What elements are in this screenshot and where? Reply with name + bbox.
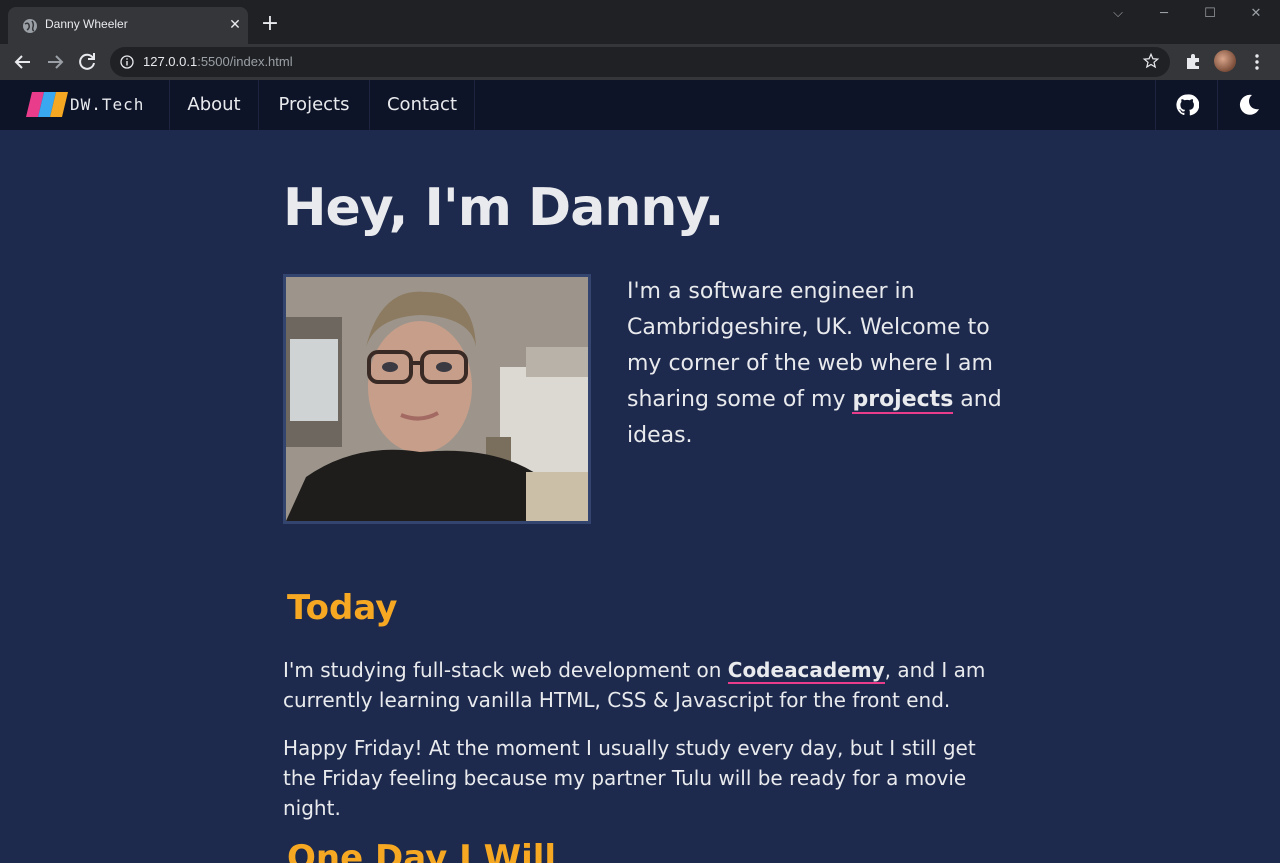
bookmark-star-icon[interactable] bbox=[1142, 52, 1160, 70]
nav-contact[interactable]: Contact bbox=[370, 80, 475, 130]
codeacademy-link[interactable]: Codeacademy bbox=[727, 658, 885, 684]
close-window-icon[interactable]: ✕ bbox=[1244, 6, 1268, 26]
new-tab-button[interactable]: + bbox=[258, 13, 282, 37]
intro-paragraph: I'm a software engineer in Cambridgeshir… bbox=[627, 274, 1007, 454]
reload-icon[interactable] bbox=[75, 50, 99, 74]
logo-stripes-icon bbox=[26, 92, 68, 117]
info-icon[interactable] bbox=[120, 55, 134, 69]
site-nav: DW.Tech About Projects Contact bbox=[0, 80, 1280, 130]
back-arrow-icon[interactable] bbox=[11, 50, 35, 74]
tab-search-icon[interactable]: ⌵ bbox=[1106, 6, 1130, 26]
url-text[interactable]: 127.0.0.1:5500/index.html bbox=[143, 54, 293, 69]
globe-icon bbox=[23, 19, 37, 33]
browser-titlebar: Danny Wheeler ✕ + ⌵ ─ ☐ ✕ bbox=[0, 0, 1280, 44]
moon-icon bbox=[1239, 94, 1259, 115]
extensions-puzzle-icon[interactable] bbox=[1183, 52, 1203, 72]
nav-projects[interactable]: Projects bbox=[259, 80, 370, 130]
minimize-icon[interactable]: ─ bbox=[1152, 6, 1176, 26]
profile-photo bbox=[283, 274, 591, 524]
browser-tab[interactable]: Danny Wheeler ✕ bbox=[8, 7, 248, 44]
page-title: Hey, I'm Danny. bbox=[283, 178, 724, 238]
one-day-heading: One Day I Will bbox=[287, 838, 557, 863]
github-icon bbox=[1176, 94, 1199, 116]
address-bar[interactable]: 127.0.0.1:5500/index.html bbox=[110, 47, 1170, 77]
today-paragraph-1: I'm studying full-stack web development … bbox=[283, 655, 1003, 715]
maximize-icon[interactable]: ☐ bbox=[1198, 6, 1222, 26]
logo-text: DW.Tech bbox=[70, 95, 145, 114]
theme-toggle-button[interactable] bbox=[1217, 80, 1280, 130]
profile-avatar[interactable] bbox=[1214, 50, 1236, 72]
site-logo[interactable]: DW.Tech bbox=[0, 80, 170, 130]
more-menu-icon[interactable] bbox=[1247, 52, 1267, 72]
today-heading: Today bbox=[287, 588, 398, 628]
browser-toolbar: 127.0.0.1:5500/index.html bbox=[0, 44, 1280, 80]
today-text: I'm studying full-stack web development … bbox=[283, 658, 728, 682]
github-link[interactable] bbox=[1155, 80, 1217, 130]
projects-link[interactable]: projects bbox=[852, 387, 954, 414]
today-paragraph-2: Happy Friday! At the moment I usually st… bbox=[283, 736, 976, 820]
tab-title: Danny Wheeler bbox=[45, 17, 128, 31]
forward-arrow-icon[interactable] bbox=[43, 50, 67, 74]
tab-close-icon[interactable]: ✕ bbox=[226, 16, 244, 34]
nav-about[interactable]: About bbox=[170, 80, 259, 130]
